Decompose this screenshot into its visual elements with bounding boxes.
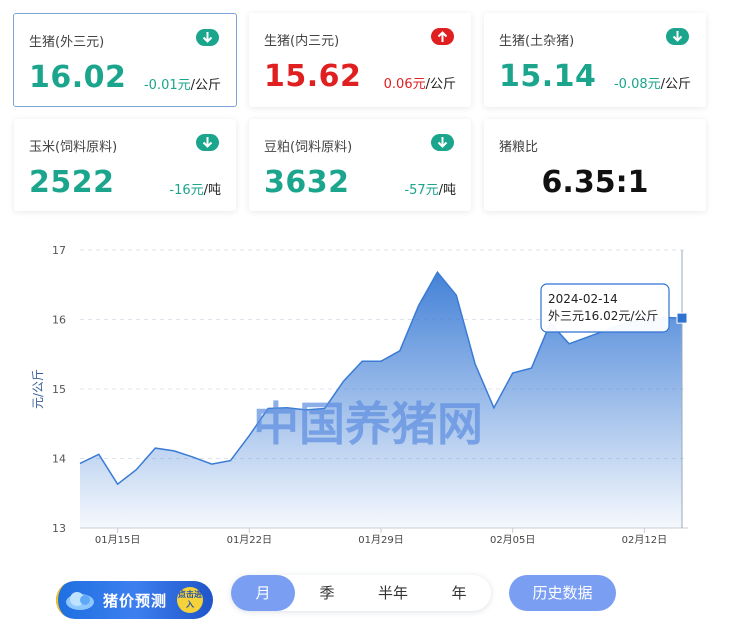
card-change: -0.08元/公斤 bbox=[614, 73, 691, 92]
card-value: 15.62 bbox=[264, 59, 362, 94]
history-data-button[interactable]: 历史数据 bbox=[509, 575, 616, 611]
tab-quarter[interactable]: 季 bbox=[295, 575, 359, 611]
card-label: 生猪(土杂猪) bbox=[499, 34, 575, 49]
hover-point bbox=[676, 312, 688, 324]
price-card-soybean-meal[interactable]: 豆粕(饲料原料) 3632 -57元/吨 bbox=[249, 119, 471, 211]
price-card-corn[interactable]: 玉米(饲料原料) 2522 -16元/吨 bbox=[14, 119, 236, 211]
card-change: 0.06元/公斤 bbox=[384, 73, 456, 92]
down-arrow-icon bbox=[431, 134, 454, 151]
change-unit: /吨 bbox=[203, 183, 221, 198]
change-amount: -0.01元 bbox=[143, 78, 191, 93]
change-unit: /吨 bbox=[438, 183, 456, 198]
y-tick-label: 17 bbox=[52, 244, 66, 257]
price-card-nei-san-yuan[interactable]: 生猪(内三元) 15.62 0.06元/公斤 bbox=[249, 13, 471, 107]
down-arrow-icon bbox=[196, 134, 219, 151]
card-label: 豆粕(饲料原料) bbox=[264, 140, 353, 155]
price-forecast-button[interactable]: 猪价预测 点击进入 bbox=[56, 581, 213, 619]
x-tick-label: 01月29日 bbox=[358, 534, 403, 546]
y-tick-label: 16 bbox=[52, 314, 66, 327]
card-value: 3632 bbox=[264, 165, 350, 200]
down-arrow-icon bbox=[196, 29, 219, 46]
change-unit: /公斤 bbox=[660, 77, 691, 92]
y-tick-label: 13 bbox=[52, 522, 66, 535]
x-tick-label: 02月12日 bbox=[622, 534, 667, 546]
x-tick-label: 01月22日 bbox=[227, 534, 272, 546]
tooltip-text: 外三元16.02元/公斤 bbox=[548, 309, 658, 323]
change-amount: -57元 bbox=[404, 183, 439, 198]
up-arrow-icon bbox=[431, 28, 454, 45]
ratio-value: 6.35:1 bbox=[541, 165, 649, 200]
change-amount: -16元 bbox=[169, 183, 204, 198]
watermark: 中国养猪网 bbox=[253, 397, 483, 451]
tooltip-date: 2024-02-14 bbox=[548, 292, 618, 306]
period-tabs: 月 季 半年 年 bbox=[231, 575, 491, 611]
x-tick-label: 01月15日 bbox=[95, 534, 140, 546]
price-area-chart[interactable]: 13 14 15 16 17 元/公斤 中国养猪网 01月15日 01月22日 01月29日… bbox=[0, 230, 733, 550]
y-axis-label: 元/公斤 bbox=[31, 369, 45, 409]
card-value: 16.02 bbox=[29, 60, 127, 95]
tab-half-year[interactable]: 半年 bbox=[359, 575, 427, 611]
change-unit: /公斤 bbox=[190, 78, 221, 93]
x-tick-label: 02月05日 bbox=[490, 534, 535, 546]
pig-grain-ratio-card[interactable]: 猪粮比 6.35:1 bbox=[484, 119, 706, 211]
card-value: 15.14 bbox=[499, 59, 597, 94]
y-tick-label: 14 bbox=[52, 453, 66, 466]
down-arrow-icon bbox=[666, 28, 689, 45]
card-change: -0.01元/公斤 bbox=[144, 74, 221, 93]
change-unit: /公斤 bbox=[425, 77, 456, 92]
card-label: 生猪(内三元) bbox=[264, 34, 340, 49]
y-tick-label: 15 bbox=[52, 383, 66, 396]
change-amount: -0.08元 bbox=[613, 77, 661, 92]
tab-year[interactable]: 年 bbox=[427, 575, 491, 611]
change-amount: 0.06元 bbox=[383, 77, 426, 92]
tooltip: 2024-02-14 外三元16.02元/公斤 bbox=[540, 283, 670, 333]
cloud-icon bbox=[64, 589, 96, 615]
price-card-wai-san-yuan[interactable]: 生猪(外三元) 16.02 -0.01元/公斤 bbox=[13, 13, 237, 107]
price-card-tu-za-zhu[interactable]: 生猪(土杂猪) 15.14 -0.08元/公斤 bbox=[484, 13, 706, 107]
card-value: 2522 bbox=[29, 165, 115, 200]
card-change: -16元/吨 bbox=[169, 179, 221, 198]
enter-badge: 点击进入 bbox=[177, 587, 203, 613]
card-label: 生猪(外三元) bbox=[29, 35, 105, 50]
forecast-label: 猪价预测 bbox=[103, 592, 168, 610]
card-label: 猪粮比 bbox=[499, 140, 539, 155]
y-axis-ticks: 13 14 15 16 17 bbox=[52, 244, 66, 535]
x-axis-ticks: 01月15日 01月22日 01月29日 02月05日 02月12日 bbox=[95, 528, 667, 546]
tab-month[interactable]: 月 bbox=[231, 575, 295, 611]
card-change: -57元/吨 bbox=[404, 179, 456, 198]
card-label: 玉米(饲料原料) bbox=[29, 140, 118, 155]
